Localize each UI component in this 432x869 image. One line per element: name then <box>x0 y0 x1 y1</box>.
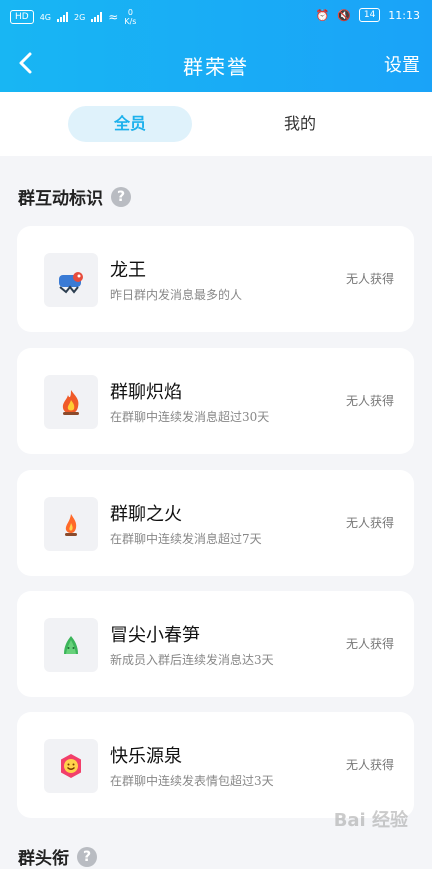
net-speed-value: 0 <box>127 8 133 17</box>
bamboo-shoot-icon <box>64 636 78 654</box>
net-speed-unit: K/s <box>124 17 137 26</box>
badge-name: 冒尖小春笋 <box>110 625 200 646</box>
badge-name: 龙王 <box>110 260 146 281</box>
wifi-icon: ≈ <box>108 10 119 24</box>
badge-status: 无人获得 <box>345 516 394 530</box>
badge-icon-box <box>44 618 98 672</box>
fire-icon <box>65 514 77 536</box>
badge-desc: 在群聊中连续发表情包超过3天 <box>110 774 274 788</box>
clock-time: 11:13 <box>388 8 420 22</box>
badge-desc: 在群聊中连续发消息超过30天 <box>110 410 270 424</box>
settings-button[interactable]: 设置 <box>384 51 420 77</box>
page-title: 群荣誉 <box>183 55 249 79</box>
section-title: 群互动标识 ? <box>18 184 131 209</box>
network-2g-label: 2G <box>74 12 86 22</box>
alarm-icon: ⏰ <box>315 8 330 22</box>
section-title-text: 群互动标识 <box>18 189 103 209</box>
badge-card-dragon-king[interactable]: 龙王 昨日群内发消息最多的人 无人获得 <box>17 226 414 332</box>
top-header: HD 4G 2G ≈ 0 K/s ⏰ 🔇 14 11:13 群荣誉 设置 <box>0 0 432 92</box>
signal-2-icon <box>91 12 103 22</box>
badge-name: 群聊炽焰 <box>110 382 182 403</box>
dragon-icon <box>59 272 83 294</box>
network-4g-label: 4G <box>39 12 51 22</box>
badge-card-happy-source[interactable]: 快乐源泉 在群聊中连续发表情包超过3天 无人获得 <box>17 712 414 818</box>
badge-card-blazing-fire[interactable]: 群聊炽焰 在群聊中连续发消息超过30天 无人获得 <box>17 348 414 454</box>
happy-face-icon <box>61 754 81 778</box>
tab-bar: 全员 我的 <box>0 92 432 156</box>
badge-desc: 昨日群内发消息最多的人 <box>110 288 243 302</box>
badge-desc: 新成员入群后连续发消息达3天 <box>110 653 274 667</box>
blazing-fire-icon <box>62 390 79 415</box>
badge-status: 无人获得 <box>345 394 394 408</box>
tab-mine[interactable]: 我的 <box>238 106 362 142</box>
sim-hd-badge: HD <box>10 10 34 24</box>
badge-status: 无人获得 <box>345 637 394 651</box>
badge-icon-box <box>44 739 98 793</box>
badge-status: 无人获得 <box>345 758 394 772</box>
badge-name: 群聊之火 <box>110 504 182 525</box>
help-icon[interactable]: ? <box>111 186 131 207</box>
badge-status: 无人获得 <box>345 272 394 286</box>
badge-desc: 在群聊中连续发消息超过7天 <box>110 532 262 546</box>
signal-1-icon <box>57 12 68 22</box>
badge-card-chat-fire[interactable]: 群聊之火 在群聊中连续发消息超过7天 无人获得 <box>17 470 414 576</box>
nav-bar: 群荣誉 设置 <box>0 38 432 90</box>
badge-card-bamboo-shoot[interactable]: 冒尖小春笋 新成员入群后连续发消息达3天 无人获得 <box>17 591 414 697</box>
badge-icon-box <box>44 253 98 307</box>
mute-icon: 🔇 <box>337 8 351 22</box>
tab-all-members[interactable]: 全员 <box>68 106 192 142</box>
net-speed: 0 K/s <box>124 8 136 26</box>
watermark-logo: Bai 经验 <box>333 810 408 831</box>
badge-name: 快乐源泉 <box>110 746 182 767</box>
badge-icon-box <box>44 375 98 429</box>
badge-icon-box <box>44 497 98 551</box>
battery-icon: 14 <box>358 8 381 22</box>
status-bar: HD 4G 2G ≈ 0 K/s ⏰ 🔇 14 11:13 <box>0 0 432 28</box>
